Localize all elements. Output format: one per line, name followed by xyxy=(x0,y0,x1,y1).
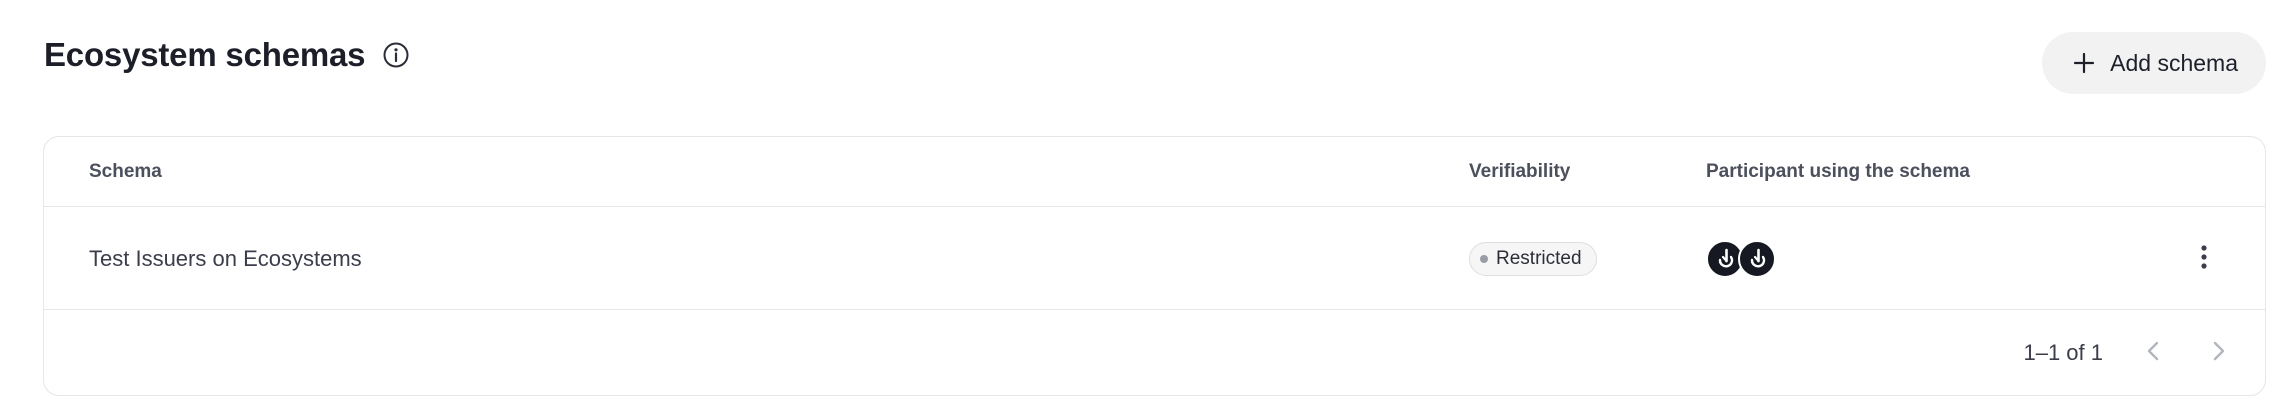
row-actions-button[interactable] xyxy=(2187,242,2221,276)
table-pagination: 1–1 of 1 xyxy=(44,310,2265,395)
participant-avatars xyxy=(1706,239,1776,278)
schemas-table: Schema Verifiability Participant using t… xyxy=(43,136,2266,396)
verifiability-label: Restricted xyxy=(1496,247,1582,269)
add-schema-label: Add schema xyxy=(2110,49,2238,76)
add-schema-button[interactable]: Add schema xyxy=(2042,32,2266,94)
chevron-right-icon xyxy=(2212,340,2226,365)
chevron-left-icon xyxy=(2146,340,2160,365)
plus-icon xyxy=(2072,51,2096,75)
table-header: Schema Verifiability Participant using t… xyxy=(44,137,2265,207)
page-header: Ecosystem schemas Add schema xyxy=(44,32,2266,98)
title-group: Ecosystem schemas xyxy=(44,32,411,78)
info-circle-icon[interactable] xyxy=(381,40,411,70)
column-header-schema[interactable]: Schema xyxy=(89,137,162,207)
column-header-verifiability[interactable]: Verifiability xyxy=(1469,137,1570,207)
pagination-range: 1–1 of 1 xyxy=(2023,340,2103,365)
participant-logo-icon[interactable] xyxy=(1738,239,1776,278)
next-page-button[interactable] xyxy=(2199,332,2239,372)
column-header-participants[interactable]: Participant using the schema xyxy=(1706,137,1970,207)
table-row[interactable]: Test Issuers on Ecosystems Restricted xyxy=(44,207,2265,310)
verifiability-badge: Restricted xyxy=(1469,241,1597,276)
schema-name: Test Issuers on Ecosystems xyxy=(89,245,362,271)
more-vertical-icon xyxy=(2200,244,2208,273)
previous-page-button[interactable] xyxy=(2133,332,2173,372)
status-dot-icon xyxy=(1480,254,1488,263)
page-title: Ecosystem schemas xyxy=(44,36,366,73)
